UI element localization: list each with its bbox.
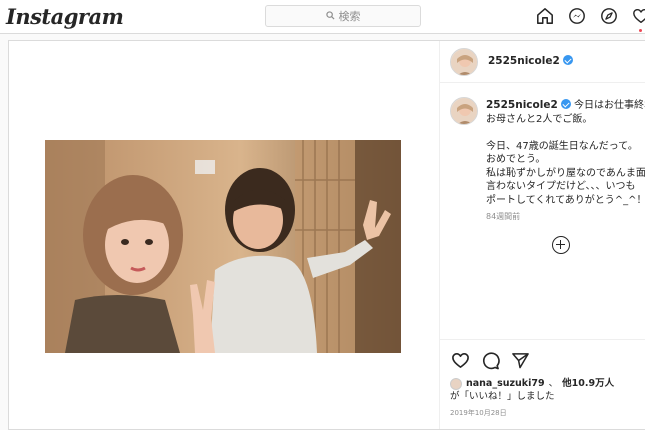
caption-line: 今日、47歳の誕生日なんだって。	[486, 140, 638, 152]
top-nav: Instagram 検索	[0, 0, 645, 34]
explore-icon[interactable]	[599, 6, 619, 26]
caption-line: 今日はお仕事終わり	[573, 100, 645, 111]
post-photo[interactable]	[45, 140, 401, 353]
search-input[interactable]: 検索	[265, 5, 421, 27]
caption-gap	[486, 126, 645, 140]
like-icon[interactable]	[450, 350, 470, 370]
verified-badge-icon	[560, 99, 571, 109]
post-sidebar: 2525nicole2 2525nicole2 今日はお仕事終わり お母さんと2…	[439, 41, 645, 429]
comment-icon[interactable]	[480, 350, 500, 370]
search-placeholder: 検索	[338, 10, 361, 23]
load-more-comments-button[interactable]	[552, 236, 570, 254]
caption-username[interactable]: 2525nicole2	[486, 99, 558, 111]
caption-avatar[interactable]	[450, 97, 478, 125]
home-icon[interactable]	[535, 6, 555, 26]
caption-line: 言わないタイプだけど、、、いつも	[486, 181, 636, 192]
post-card: 2525nicole2 2525nicole2 今日はお仕事終わり お母さんと2…	[8, 40, 645, 430]
search-icon	[325, 10, 335, 23]
post-header: 2525nicole2	[440, 41, 645, 83]
liker-avatar[interactable]	[450, 378, 462, 391]
avatar[interactable]	[450, 48, 478, 76]
heart-icon[interactable]	[631, 6, 645, 32]
post-media-area	[9, 41, 439, 429]
caption-line: 私は恥ずかしがり屋なのであんま面	[486, 167, 645, 179]
post-author-username[interactable]: 2525nicole2	[488, 55, 560, 67]
caption-line: お母さんと2人でご飯。	[486, 113, 593, 125]
post-actions-section: nana_suzuki79、他10.9万人 が「いいね！」しました 2019年1…	[440, 339, 645, 429]
instagram-logo[interactable]: Instagram	[6, 4, 124, 29]
share-icon[interactable]	[510, 350, 530, 370]
likes-count[interactable]: 他10.9万人	[562, 378, 614, 391]
likes-suffix: が「いいね！」しました	[450, 390, 555, 402]
messenger-icon[interactable]	[567, 6, 587, 26]
post-time-ago[interactable]: 84週間前	[486, 211, 520, 222]
notification-dot	[639, 29, 642, 32]
liker-username[interactable]: nana_suzuki79	[466, 378, 545, 391]
caption-line: おめでとう。	[486, 154, 546, 165]
likes-summary: nana_suzuki79、他10.9万人 が「いいね！」しました	[450, 378, 614, 403]
likes-separator: 、	[548, 378, 559, 389]
verified-badge-icon	[562, 55, 573, 65]
post-caption: 2525nicole2 今日はお仕事終わり お母さんと2人でご飯。 今日、47歳…	[486, 99, 645, 207]
caption-line: ポートしてくれてありがとう^_^！	[486, 194, 645, 206]
post-date[interactable]: 2019年10月28日	[450, 408, 507, 418]
